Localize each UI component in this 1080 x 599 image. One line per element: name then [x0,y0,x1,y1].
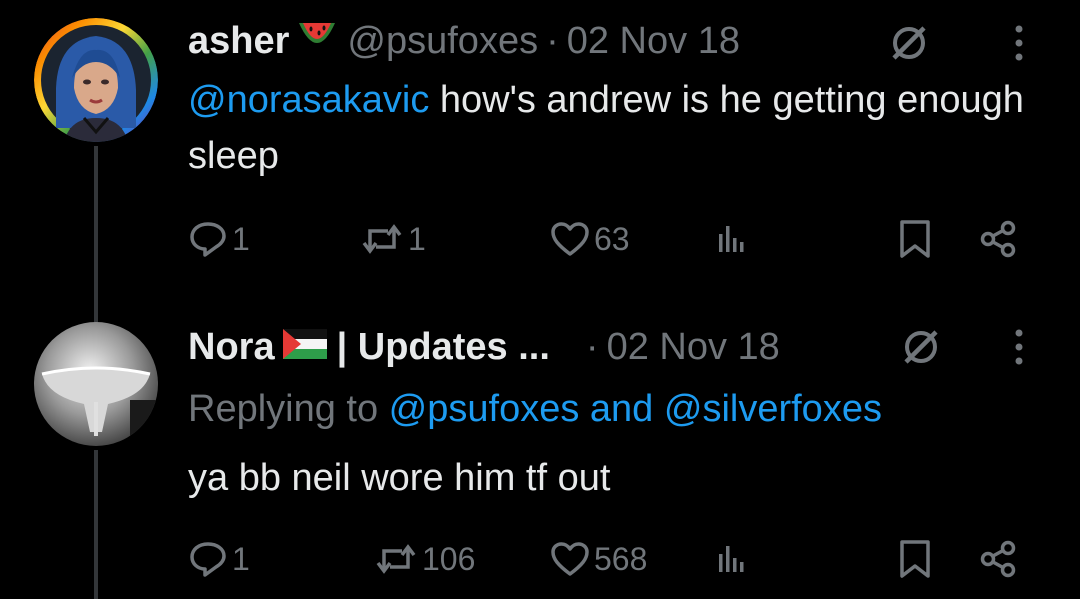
tweet-text-body: ya bb neil wore him tf out [188,457,611,499]
views-button[interactable] [718,534,744,584]
bookmark-icon [898,539,932,579]
tweet-text: ya bb neil wore him tf out [188,450,1048,506]
reply-button[interactable]: 1 [188,214,250,264]
separator: · [546,20,559,62]
repost-button[interactable]: 1 [360,214,426,264]
thread-line [94,450,98,599]
like-count: 63 [594,220,630,257]
analytics-icon [718,544,744,574]
timestamp[interactable]: 02 Nov 18 [607,322,780,372]
grok-icon[interactable] [900,326,942,368]
grok-icon[interactable] [888,22,930,64]
like-button[interactable]: 568 [550,534,647,584]
thread-line [94,146,98,310]
display-name-suffix[interactable]: | Updates ... [337,322,550,372]
handle[interactable]: @psufoxes [347,16,538,66]
like-count: 568 [594,540,648,577]
timestamp[interactable]: 02 Nov 18 [567,16,740,66]
replying-and[interactable]: and [579,388,664,430]
repost-button[interactable]: 106 [374,534,475,584]
heart-icon [550,541,590,577]
reply-count: 1 [232,540,250,577]
more-options-icon[interactable] [1012,326,1026,368]
action-bar: 1 106 568 [188,534,1048,584]
views-button[interactable] [718,214,744,264]
share-button[interactable] [978,534,1018,584]
repost-count: 1 [408,220,426,257]
bookmark-button[interactable] [898,534,932,584]
display-name[interactable]: asher [188,16,289,66]
reply-count: 1 [232,220,250,257]
repost-icon [360,221,404,257]
share-icon [978,539,1018,579]
display-name[interactable]: Nora [188,322,275,372]
bookmark-button[interactable] [898,214,932,264]
mention-link[interactable]: @psufoxes [389,388,580,430]
reply-icon [188,220,228,258]
reply-button[interactable]: 1 [188,534,250,584]
tweet-text: @norasakavic how's andrew is he getting … [188,72,1048,184]
tweet[interactable]: Nora | Updates ... · 02 Nov 18 Replying … [0,300,1080,599]
tweet[interactable]: asher @psufoxes · 02 Nov 18 @norasakavic… [0,0,1080,310]
action-bar: 1 1 63 [188,214,1048,264]
avatar[interactable] [34,322,158,446]
mention-link[interactable]: @silverfoxes [664,388,882,430]
more-options-icon[interactable] [1012,22,1026,64]
tweet-header: Nora | Updates ... · 02 Nov 18 [188,322,780,372]
repost-count: 106 [422,540,476,577]
like-button[interactable]: 63 [550,214,630,264]
mention-link[interactable]: @norasakavic [188,79,429,121]
repost-icon [374,541,418,577]
separator: · [585,326,599,368]
replying-prefix: Replying to [188,388,389,430]
tweet-header: asher @psufoxes · 02 Nov 18 [188,16,740,66]
watermelon-icon [297,16,337,66]
replying-to: Replying to @psufoxes and @silverfoxes [188,384,882,434]
palestine-flag-icon [282,322,327,372]
avatar[interactable] [34,18,158,142]
bookmark-icon [898,219,932,259]
analytics-icon [718,224,744,254]
reply-icon [188,540,228,578]
heart-icon [550,221,590,257]
share-icon [978,219,1018,259]
share-button[interactable] [978,214,1018,264]
